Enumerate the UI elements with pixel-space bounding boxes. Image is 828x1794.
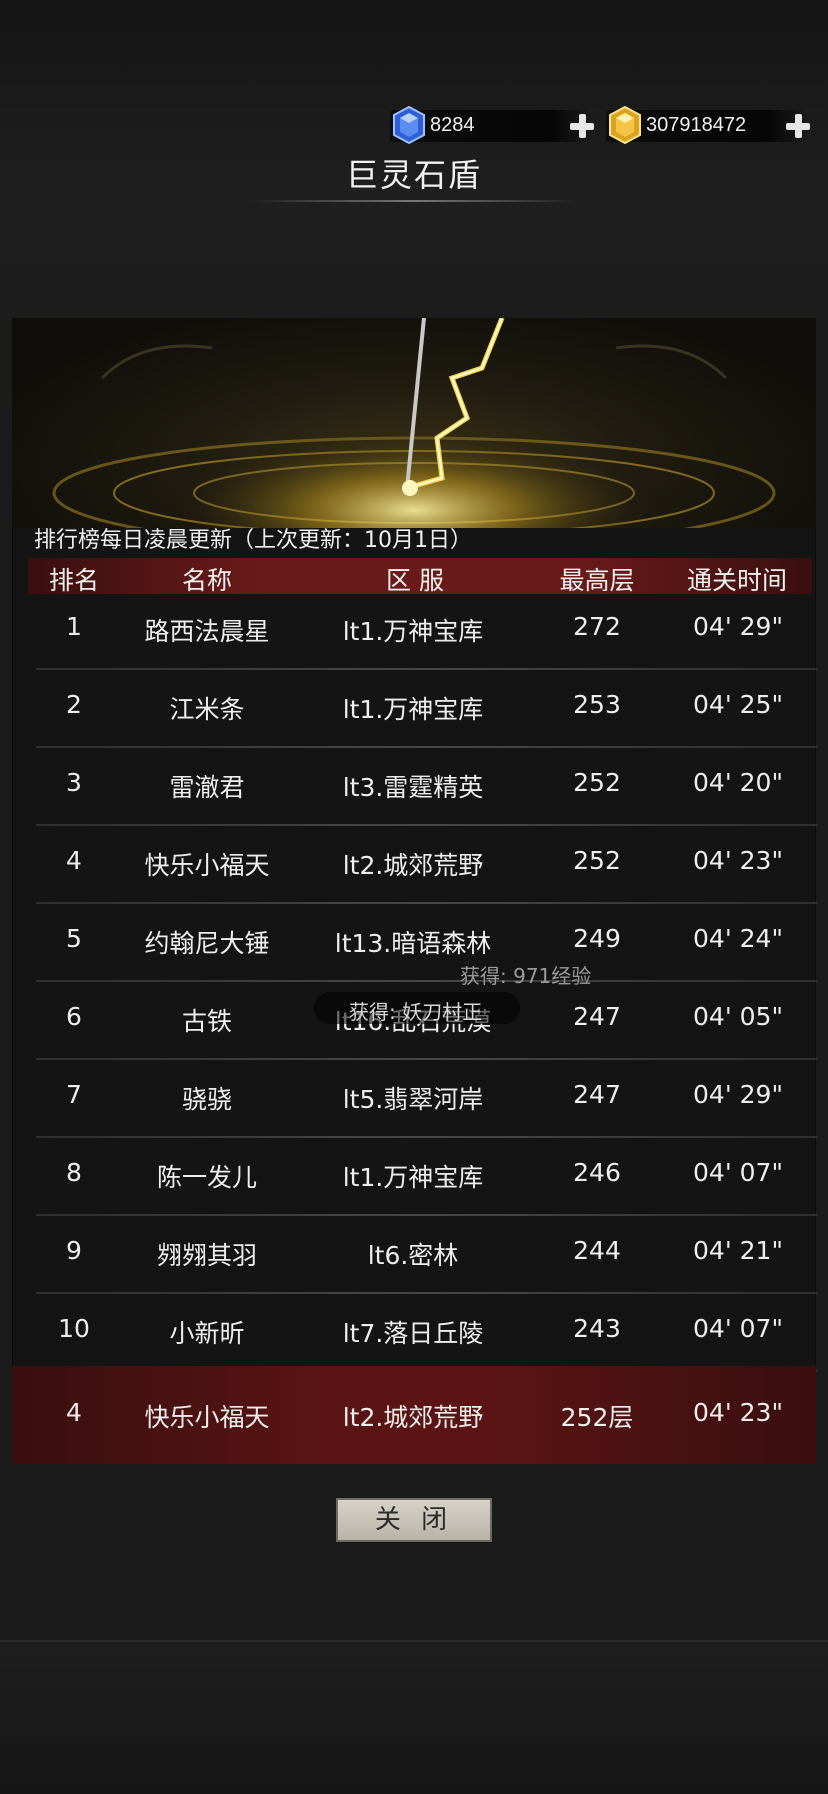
row-floor: 252 xyxy=(573,768,621,797)
row-floor: 243 xyxy=(573,1314,621,1343)
row-time: 04' 07" xyxy=(693,1314,783,1343)
table-row[interactable]: 10 小新昕 lt7.落日丘陵 243 04' 07" xyxy=(0,1294,828,1372)
table-row[interactable]: 4 快乐小福天 lt2.城郊荒野 252 04' 23" xyxy=(0,826,828,904)
row-rank: 5 xyxy=(66,924,82,953)
my-floor: 252层 xyxy=(560,1403,634,1432)
row-floor: 247 xyxy=(573,1002,621,1031)
row-name: 骁骁 xyxy=(181,1085,233,1114)
row-name: 翙翙其羽 xyxy=(156,1241,258,1270)
row-time: 04' 23" xyxy=(693,846,783,875)
row-name: 古铁 xyxy=(181,1007,233,1036)
row-server: lt1.万神宝库 xyxy=(342,617,484,646)
row-floor: 272 xyxy=(573,612,621,641)
row-server: lt13.暗语森林 xyxy=(334,929,492,958)
row-rank: 9 xyxy=(66,1236,82,1265)
row-server: lt2.城郊荒野 xyxy=(342,851,484,880)
row-floor: 247 xyxy=(573,1080,621,1109)
my-time: 04' 23" xyxy=(693,1398,783,1427)
row-time: 04' 25" xyxy=(693,690,783,719)
row-rank: 2 xyxy=(66,690,82,719)
row-server: lt1.万神宝库 xyxy=(342,1163,484,1192)
row-time: 04' 20" xyxy=(693,768,783,797)
gold-gem-icon xyxy=(609,105,641,145)
gold-currency-bar: 307918472 xyxy=(606,105,810,145)
row-floor: 246 xyxy=(573,1158,621,1187)
table-row[interactable]: 3 雷澈君 lt3.雷霆精英 252 04' 20" xyxy=(0,748,828,826)
my-rank-row: 4 快乐小福天 lt2.城郊荒野 252层 04' 23" xyxy=(12,1366,816,1464)
row-name: 江米条 xyxy=(169,695,245,724)
blue-gem-icon xyxy=(393,105,425,145)
row-time: 04' 05" xyxy=(693,1002,783,1031)
row-floor: 244 xyxy=(573,1236,621,1265)
add-gems-button[interactable] xyxy=(568,112,596,140)
row-floor: 249 xyxy=(573,924,621,953)
row-name: 小新昕 xyxy=(169,1319,245,1348)
row-rank: 6 xyxy=(66,1002,82,1031)
row-server: lt7.落日丘陵 xyxy=(342,1319,484,1348)
page-title: 巨灵石盾 xyxy=(345,156,482,194)
gem-currency-bar: 8284 xyxy=(390,105,594,145)
gold-count: 307918472 xyxy=(646,114,747,136)
table-header: 排名 名称 区 服 最高层 通关时间 xyxy=(28,558,812,595)
row-name: 陈一发儿 xyxy=(156,1163,258,1192)
lightning-sword-art xyxy=(52,318,776,528)
title-divider xyxy=(250,200,578,202)
row-rank: 10 xyxy=(58,1314,90,1343)
row-rank: 7 xyxy=(66,1080,82,1109)
close-button[interactable]: 关 闭 xyxy=(336,1498,492,1542)
table-row[interactable]: 9 翙翙其羽 lt6.密林 244 04' 21" xyxy=(0,1216,828,1294)
update-info: 排行榜每日凌晨更新（上次更新：10月1日） xyxy=(34,528,472,553)
my-name: 快乐小福天 xyxy=(144,1403,270,1432)
banner-artwork xyxy=(12,318,816,528)
row-rank: 8 xyxy=(66,1158,82,1187)
my-rank: 4 xyxy=(66,1398,82,1427)
row-time: 04' 21" xyxy=(693,1236,783,1265)
my-server: lt2.城郊荒野 xyxy=(342,1403,484,1432)
row-name: 路西法晨星 xyxy=(144,617,270,646)
bottom-background xyxy=(0,1640,828,1794)
row-name: 快乐小福天 xyxy=(144,851,270,880)
row-time: 04' 24" xyxy=(693,924,783,953)
row-floor: 253 xyxy=(573,690,621,719)
row-rank: 3 xyxy=(66,768,82,797)
table-row[interactable]: 1 路西法晨星 lt1.万神宝库 272 04' 29" xyxy=(0,592,828,670)
row-server: lt6.密林 xyxy=(367,1241,459,1270)
add-gold-button[interactable] xyxy=(784,112,812,140)
row-server: lt3.雷霆精英 xyxy=(342,773,484,802)
table-row[interactable]: 8 陈一发儿 lt1.万神宝库 246 04' 07" xyxy=(0,1138,828,1216)
row-name: 约翰尼大锤 xyxy=(144,929,270,958)
item-toast: 获得: 妖刀村正 xyxy=(349,1000,483,1024)
row-rank: 1 xyxy=(66,612,82,641)
table-row[interactable]: 7 骁骁 lt5.翡翠河岸 247 04' 29" xyxy=(0,1060,828,1138)
row-time: 04' 07" xyxy=(693,1158,783,1187)
row-server: lt5.翡翠河岸 xyxy=(342,1085,484,1114)
exp-toast: 获得: 971经验 xyxy=(460,964,592,988)
row-rank: 4 xyxy=(66,846,82,875)
row-floor: 252 xyxy=(573,846,621,875)
row-server: lt1.万神宝库 xyxy=(342,695,484,724)
row-name: 雷澈君 xyxy=(169,773,245,802)
row-time: 04' 29" xyxy=(693,1080,783,1109)
table-row[interactable]: 2 江米条 lt1.万神宝库 253 04' 25" xyxy=(0,670,828,748)
row-time: 04' 29" xyxy=(693,612,783,641)
gem-count: 8284 xyxy=(430,114,475,136)
table-row[interactable]: 5 约翰尼大锤 lt13.暗语森林 249 04' 24" xyxy=(0,904,828,982)
